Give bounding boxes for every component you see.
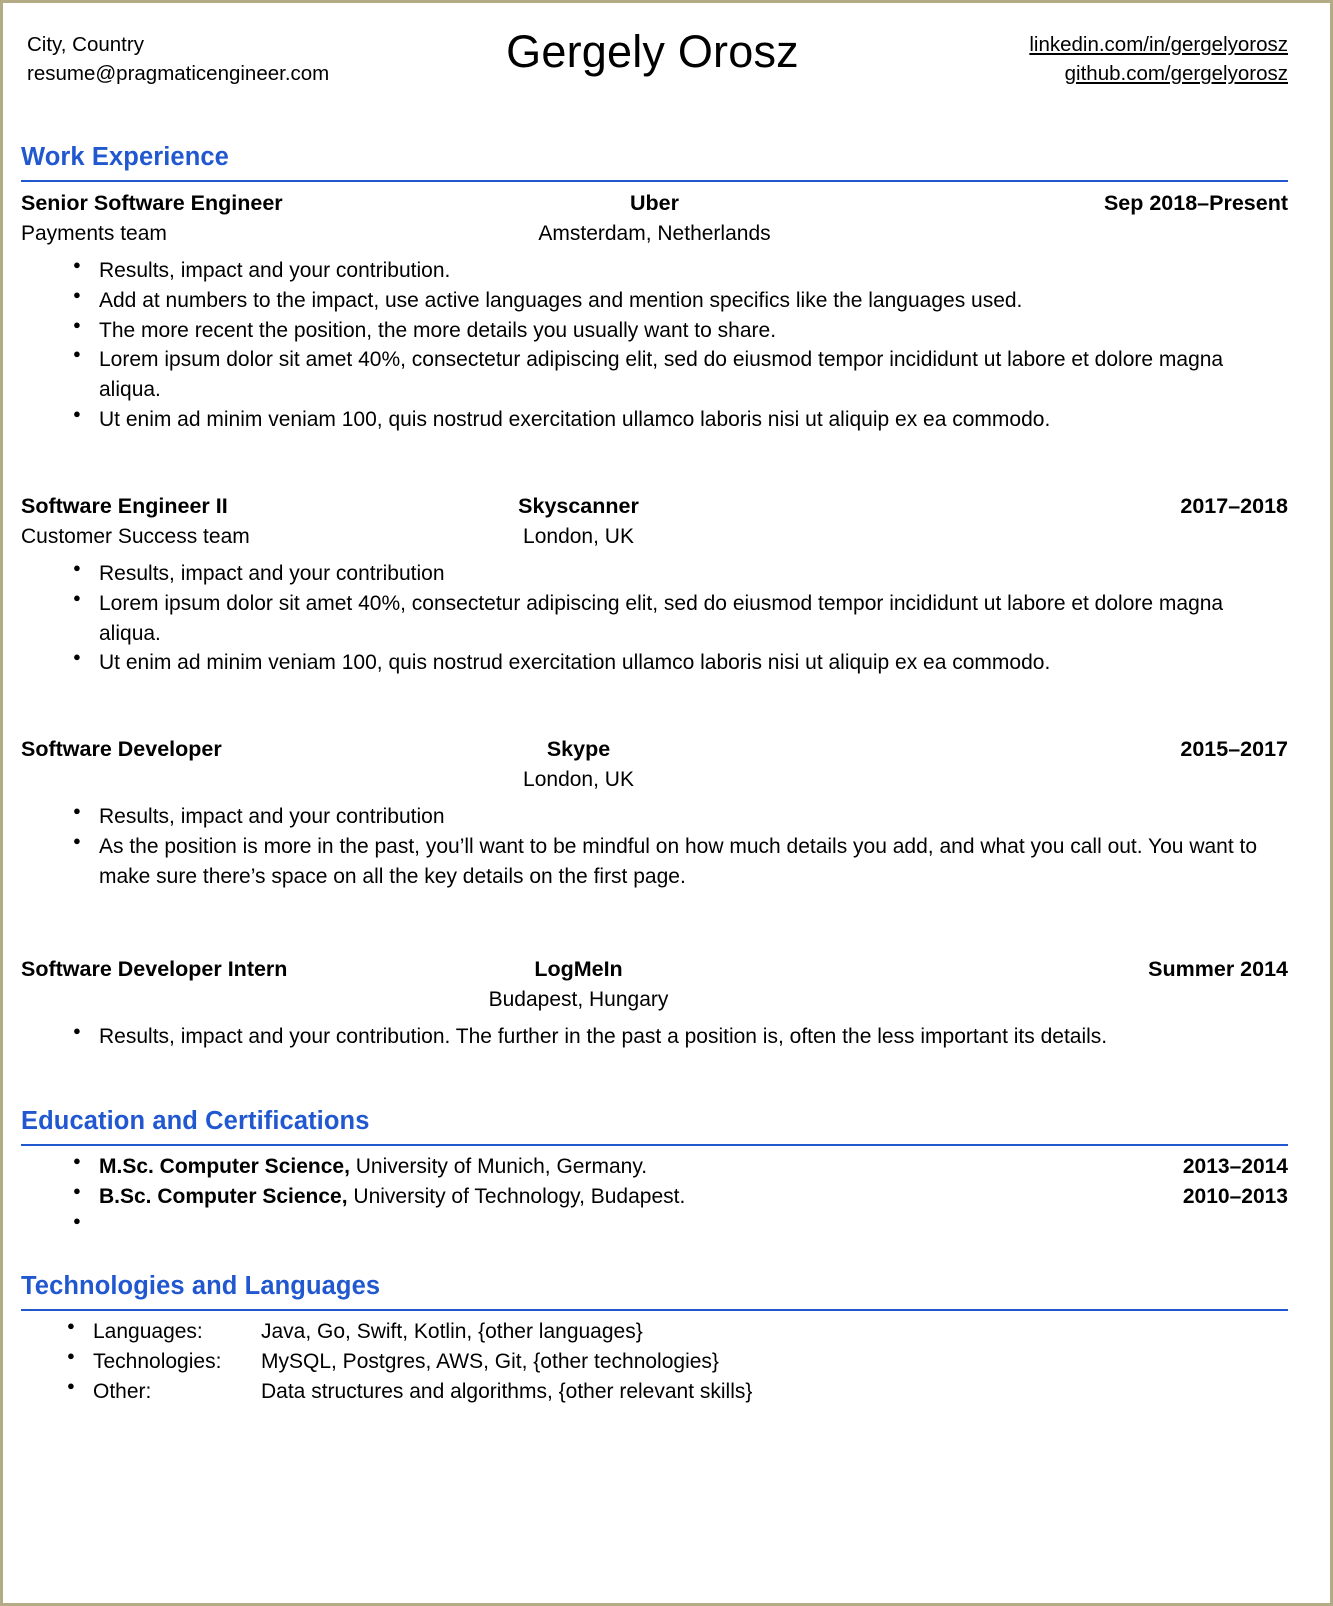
linkedin-link[interactable]: linkedin.com/in/gergelyorosz (958, 30, 1288, 59)
education-years: 2010–2013 (1182, 1185, 1288, 1209)
education-degree: B.Sc. Computer Science, (99, 1185, 348, 1209)
technology-label: Other: (93, 1379, 152, 1403)
contact-email[interactable]: resume@pragmaticengineer.com (27, 59, 387, 88)
job-subheading-row: Budapest, Hungary (21, 988, 1288, 1016)
job-entry: Software Engineer II Skyscanner 2017–201… (21, 494, 1288, 678)
job-location: Amsterdam, Netherlands (538, 222, 771, 245)
job-dates: 2017–2018 (1180, 493, 1288, 518)
job-heading-row: Software Developer Skype 2015–2017 (21, 737, 1288, 766)
job-company: LogMeIn (534, 956, 623, 981)
section-divider-work (21, 180, 1288, 182)
job-bullet-list: Results, impact and your contribution Lo… (21, 559, 1288, 678)
job-dates: 2015–2017 (1180, 737, 1288, 762)
job-heading-row: Senior Software Engineer Uber Sep 2018–P… (21, 191, 1288, 220)
job-location: London, UK (523, 524, 634, 548)
education-institution: University of Munich, Germany. (349, 1155, 648, 1179)
job-bullet: Ut enim ad minim veniam 100, quis nostru… (21, 648, 1288, 678)
technology-value: Data structures and algorithms, {other r… (261, 1379, 753, 1403)
job-company: Skyscanner (518, 493, 639, 518)
job-dates: Summer 2014 (1148, 956, 1288, 981)
technology-value: Java, Go, Swift, Kotlin, {other language… (261, 1320, 643, 1343)
education-institution: University of Technology, Budapest. (347, 1185, 686, 1209)
candidate-name-wrap: Gergely Orosz (387, 25, 958, 77)
job-subheading-row: Payments team Amsterdam, Netherlands (21, 222, 1288, 250)
job-bullet: Results, impact and your contribution. T… (21, 1022, 1288, 1052)
technology-row: Languages: Java, Go, Swift, Kotlin, {oth… (21, 1317, 1288, 1347)
contact-location: City, Country (27, 33, 144, 56)
job-bullet: Results, impact and your contribution (21, 802, 1288, 832)
technologies-list: Languages: Java, Go, Swift, Kotlin, {oth… (21, 1317, 1288, 1406)
job-bullet: Ut enim ad minim veniam 100, quis nostru… (21, 405, 1288, 435)
education-item: B.Sc. Computer Science, University of Te… (21, 1182, 1288, 1212)
technology-row: Technologies: MySQL, Postgres, AWS, Git,… (21, 1347, 1288, 1377)
education-years: 2013–2014 (1182, 1155, 1288, 1179)
job-entry: Senior Software Engineer Uber Sep 2018–P… (21, 191, 1288, 435)
job-bullet: Results, impact and your contribution. (21, 256, 1288, 286)
section-title-education: Education and Certifications (21, 1107, 370, 1136)
technology-value: MySQL, Postgres, AWS, Git, {other techno… (261, 1349, 719, 1373)
profile-links: linkedin.com/in/gergelyorosz github.com/… (958, 25, 1288, 88)
job-entry: Software Developer Skype 2015–2017 Londo… (21, 737, 1288, 891)
education-item: M.Sc. Computer Science, University of Mu… (21, 1152, 1288, 1182)
section-title-work: Work Experience (21, 143, 229, 171)
section-divider-technologies (21, 1309, 1288, 1311)
education-item-empty (21, 1212, 1288, 1242)
job-subheading-row: London, UK (21, 768, 1288, 796)
resume-page: City, Country resume@pragmaticengineer.c… (0, 0, 1333, 1606)
job-bullet: Results, impact and your contribution (21, 559, 1288, 589)
section-title-technologies: Technologies and Languages (21, 1272, 381, 1300)
technology-label: Languages: (93, 1320, 203, 1343)
job-company: Uber (630, 191, 679, 215)
job-bullet: As the position is more in the past, you… (21, 832, 1288, 892)
job-dates: Sep 2018–Present (1103, 191, 1288, 215)
education-list: M.Sc. Computer Science, University of Mu… (21, 1152, 1288, 1242)
job-entry: Software Developer Intern LogMeIn Summer… (21, 957, 1288, 1052)
job-bullet: Lorem ipsum dolor sit amet 40%, consecte… (21, 589, 1288, 649)
job-company: Skype (546, 737, 611, 762)
job-subheading-row: Customer Success team London, UK (21, 525, 1288, 553)
candidate-name: Gergely Orosz (506, 26, 799, 77)
job-bullet-list: Results, impact and your contribution As… (21, 802, 1288, 891)
technology-label: Technologies: (93, 1349, 222, 1373)
section-divider-education (21, 1144, 1288, 1147)
section-technologies: Technologies and Languages Languages: Ja… (21, 1272, 1288, 1406)
job-location: London, UK (523, 768, 634, 792)
contact-block: City, Country resume@pragmaticengineer.c… (21, 25, 387, 88)
technology-row: Other: Data structures and algorithms, {… (21, 1377, 1288, 1407)
section-education: Education and Certifications M.Sc. Compu… (21, 1107, 1288, 1242)
job-bullet: Add at numbers to the impact, use active… (21, 286, 1288, 316)
job-bullet-list: Results, impact and your contribution. A… (21, 256, 1288, 435)
education-degree: M.Sc. Computer Science, (99, 1155, 350, 1179)
section-work-experience: Work Experience Senior Software Engineer… (21, 143, 1288, 1051)
job-bullet-list: Results, impact and your contribution. T… (21, 1022, 1288, 1052)
job-location: Budapest, Hungary (488, 987, 669, 1011)
resume-header: City, Country resume@pragmaticengineer.c… (21, 25, 1288, 143)
job-heading-row: Software Developer Intern LogMeIn Summer… (21, 957, 1288, 986)
github-link[interactable]: github.com/gergelyorosz (958, 59, 1288, 88)
job-bullet: The more recent the position, the more d… (21, 316, 1288, 346)
job-bullet: Lorem ipsum dolor sit amet 40%, consecte… (21, 345, 1288, 405)
job-heading-row: Software Engineer II Skyscanner 2017–201… (21, 494, 1288, 523)
